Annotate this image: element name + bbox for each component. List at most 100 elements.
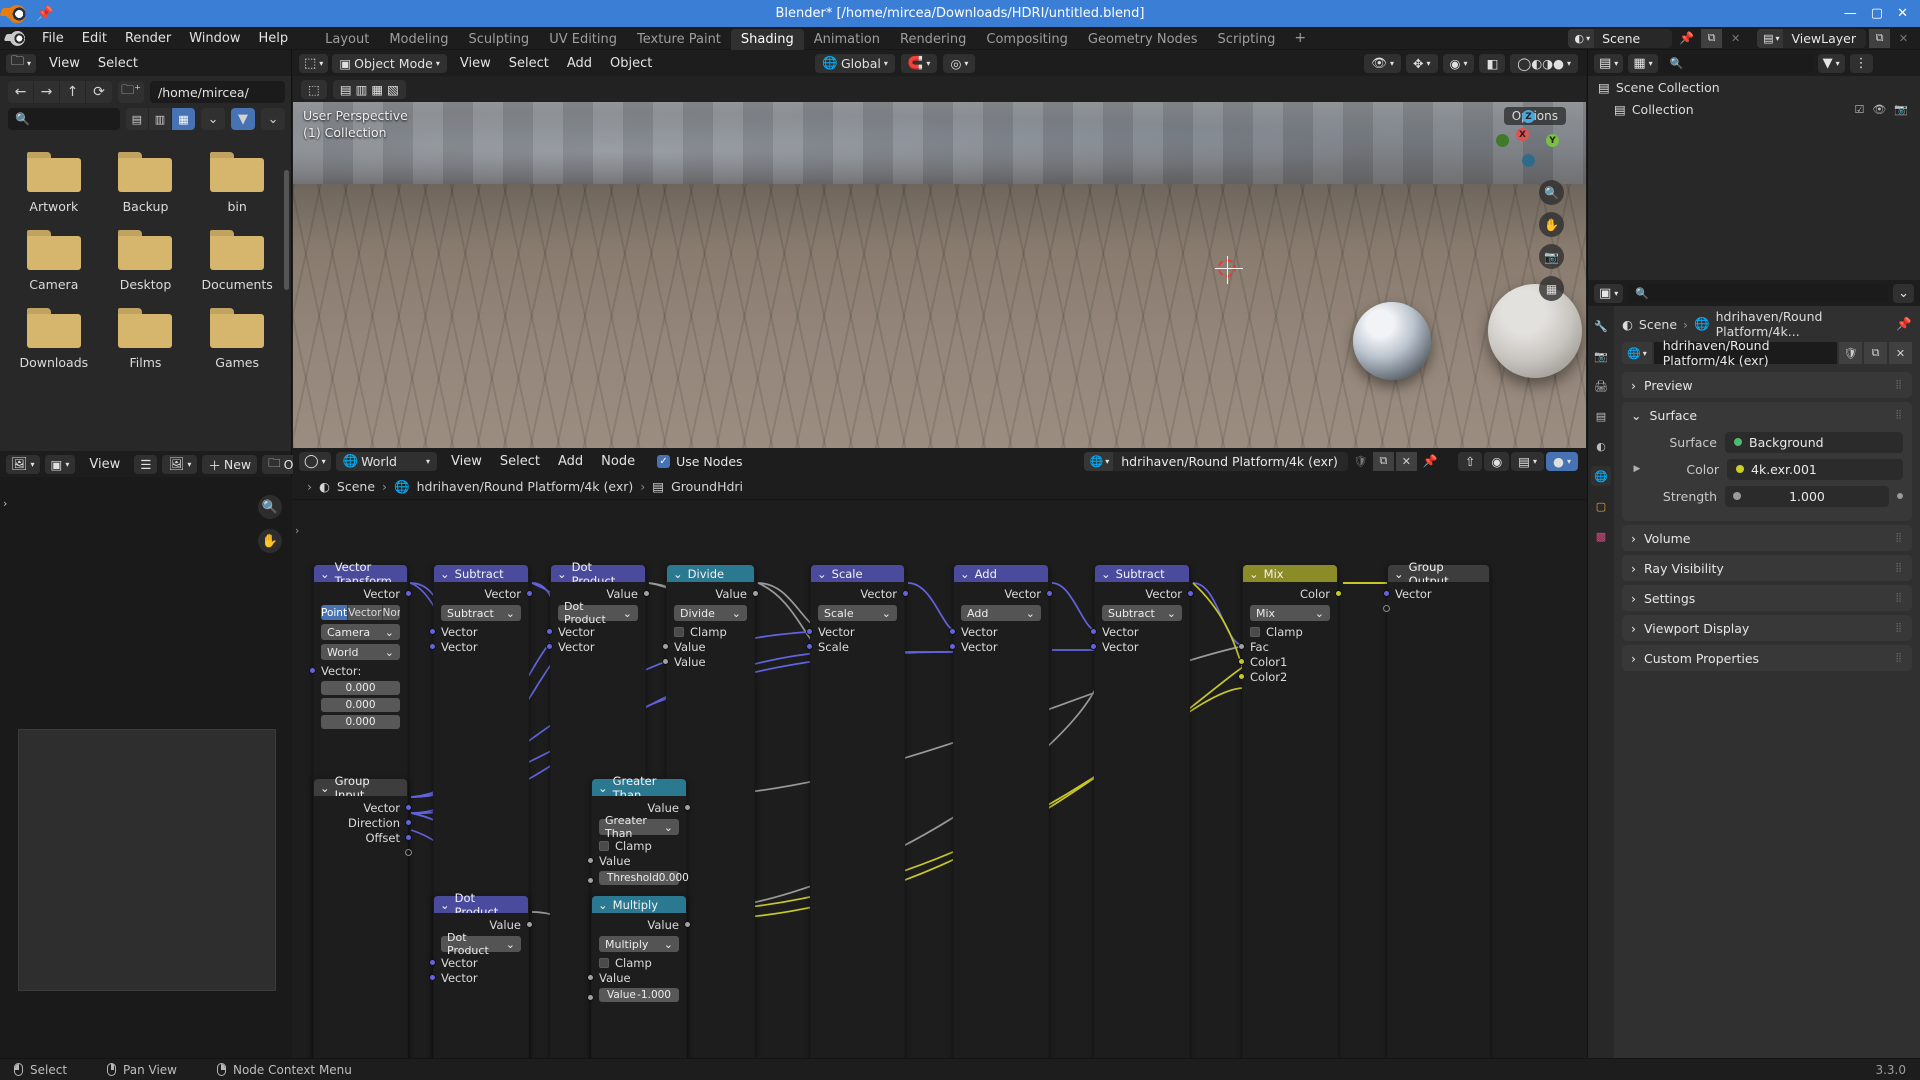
tool-select-box-icon[interactable]: ⬚ xyxy=(301,79,327,99)
panel-custom-properties-header[interactable]: › Custom Properties ⣿ xyxy=(1622,645,1912,671)
node-header-group_output[interactable]: ⌄ Group Output xyxy=(1388,560,1489,588)
socket-dot[interactable] xyxy=(902,590,909,597)
socket-dot[interactable] xyxy=(1238,643,1245,650)
collapse-icon[interactable]: ⌄ xyxy=(557,567,567,581)
pan-viewport-icon[interactable]: ✋ xyxy=(1539,212,1564,237)
node-value-field[interactable]: 0.000 xyxy=(321,681,400,695)
socket-dot[interactable] xyxy=(405,804,412,811)
socket-dot[interactable] xyxy=(1335,590,1342,597)
node-header-scale[interactable]: ⌄ Scale xyxy=(811,565,904,582)
collapse-icon[interactable]: ⌄ xyxy=(598,898,608,912)
outliner-toggle-2[interactable]: 📷 xyxy=(1894,103,1908,116)
gizmo-axis-z[interactable]: Z xyxy=(1522,110,1535,123)
unlink-world-button[interactable]: ✕ xyxy=(1889,342,1912,364)
socket-dot[interactable] xyxy=(1090,643,1097,650)
socket-dot[interactable] xyxy=(405,849,412,856)
scene-pin-icon[interactable]: 📌 xyxy=(1675,31,1698,45)
node-output-socket[interactable]: Vector xyxy=(1095,587,1194,601)
node-group_input[interactable]: ⌄ Group Input Vector Direction Offset xyxy=(313,774,412,1080)
new-folder-icon[interactable]: 🗀⁺ xyxy=(118,81,144,103)
breadcrumb-world[interactable]: hdrihaven/Round Platform/4k (exr) xyxy=(417,479,634,494)
image-zoom-icon[interactable]: 🔍 xyxy=(258,495,282,519)
node-input-socket[interactable]: Vector xyxy=(546,640,645,654)
node-input-socket[interactable]: Vector xyxy=(949,640,1048,654)
properties-breadcrumb-world[interactable]: hdrihaven/Round Platform/4k... xyxy=(1716,309,1891,339)
node-group_output[interactable]: ⌄ Group Output Vector xyxy=(1383,560,1490,1080)
gizmo-axis-neg-z[interactable] xyxy=(1522,154,1535,167)
node-output-socket[interactable]: Value xyxy=(667,587,759,601)
workspace-tab-modeling[interactable]: Modeling xyxy=(379,29,458,50)
forward-icon[interactable]: → xyxy=(34,81,60,103)
workspace-tab-compositing[interactable]: Compositing xyxy=(976,29,1078,50)
node-dropdown[interactable]: Mix ⌄ xyxy=(1250,605,1330,621)
socket-dot[interactable] xyxy=(643,590,650,597)
display-options-chevron-icon[interactable]: ⌄ xyxy=(201,108,226,130)
maximize-button[interactable]: ▢ xyxy=(1871,6,1883,21)
snap-toggle[interactable]: 🧲 ▾ xyxy=(900,53,938,73)
socket-dot[interactable] xyxy=(405,590,412,597)
socket-dot[interactable] xyxy=(752,590,759,597)
node-sidebar-expand-icon[interactable]: › xyxy=(295,524,299,537)
node-canvas[interactable]: › ⌄ Vector Transform Vector Point Vector… xyxy=(293,500,1586,1080)
fake-user-shield-icon[interactable]: 🛡 xyxy=(1839,342,1862,364)
scene-name[interactable]: Scene xyxy=(1594,31,1672,46)
image-editor-mode-selector[interactable]: ▣ ▾ xyxy=(44,454,76,474)
socket-dot[interactable] xyxy=(1383,605,1390,612)
display-mode-list-horizontal-icon[interactable]: ▥ xyxy=(148,108,172,130)
enum-option-vector[interactable]: Vector xyxy=(348,605,383,620)
node-output-socket[interactable]: Vector xyxy=(434,587,533,601)
file-item[interactable]: Camera xyxy=(8,230,100,292)
socket-dot[interactable] xyxy=(949,628,956,635)
node-output-socket[interactable]: Value xyxy=(434,918,533,932)
socket-dot[interactable] xyxy=(526,921,533,928)
collapse-icon[interactable]: ⌄ xyxy=(320,567,330,581)
enum-option-point[interactable]: Point xyxy=(321,605,349,620)
menu-help[interactable]: Help xyxy=(250,28,298,49)
node-input-socket[interactable]: Color1 xyxy=(1238,655,1337,669)
socket-dot[interactable] xyxy=(684,804,691,811)
node-shading-icon[interactable]: ● ▾ xyxy=(1546,451,1578,471)
node-input-socket[interactable]: Vector xyxy=(429,971,528,985)
workspace-tab-texture-paint[interactable]: Texture Paint xyxy=(627,29,731,50)
workspace-tab-scripting[interactable]: Scripting xyxy=(1208,29,1286,50)
tab-object[interactable]: ▢ xyxy=(1591,496,1611,516)
node-output-socket[interactable]: Direction xyxy=(314,816,412,830)
node-dot_product_2[interactable]: ⌄ Dot Product Value Dot Product ⌄ Vector Vecto… xyxy=(429,891,533,1080)
image-editor-type-selector[interactable]: 🖼 ▾ xyxy=(6,454,40,474)
node-dropdown[interactable]: Dot Product ⌄ xyxy=(558,600,638,626)
breadcrumb-collapse-icon[interactable]: › xyxy=(307,479,312,494)
duplicate-world-button[interactable]: ⧉ xyxy=(1864,342,1887,364)
node-input-socket[interactable]: Color2 xyxy=(1238,670,1337,684)
collapse-icon[interactable]: ⌄ xyxy=(598,781,608,795)
image-pan-icon[interactable]: ✋ xyxy=(258,529,282,553)
node-output-socket[interactable]: Offset xyxy=(314,831,412,845)
node-output-socket[interactable]: Vector xyxy=(954,587,1053,601)
node-mix[interactable]: ⌄ Mix Color Mix ⌄ Clamp Fac Color1 Color2 xyxy=(1238,564,1342,1080)
node-output-socket[interactable]: Value xyxy=(592,801,691,815)
workspace-tab-shading[interactable]: Shading xyxy=(730,28,804,50)
outliner-filter-icon[interactable]: ▼ ▾ xyxy=(1817,53,1845,73)
socket-dot[interactable] xyxy=(429,959,436,966)
pin-world-icon[interactable]: 📌 xyxy=(1419,454,1442,468)
scene-unlink-button[interactable]: ✕ xyxy=(1725,29,1746,48)
node-input-socket[interactable]: Value xyxy=(587,854,686,868)
collapse-icon[interactable]: ⌄ xyxy=(960,567,970,581)
clamp-checkbox[interactable] xyxy=(1250,627,1260,637)
properties-options-chevron-icon[interactable]: ⌄ xyxy=(1893,283,1914,303)
outliner-row[interactable]: ▤ Collection ☑ 👁 📷 xyxy=(1588,98,1920,120)
back-icon[interactable]: ← xyxy=(8,81,34,103)
surface-shader-field[interactable]: Background xyxy=(1725,431,1903,453)
file-item[interactable]: Games xyxy=(191,308,283,370)
transform-orientation-selector[interactable]: 🌐 Global ▾ xyxy=(815,53,895,73)
socket-dot[interactable] xyxy=(1238,658,1245,665)
new-image-button[interactable]: ＋ New xyxy=(202,454,258,474)
parent-dir-icon[interactable]: ↑ xyxy=(60,81,86,103)
file-item[interactable]: Backup xyxy=(100,152,192,214)
node-input-socket[interactable]: Value xyxy=(662,640,754,654)
node-header-dot_product_2[interactable]: ⌄ Dot Product xyxy=(434,891,528,919)
node-dropdown[interactable]: Subtract ⌄ xyxy=(441,605,521,621)
properties-editor-type-selector[interactable]: ▣ ▾ xyxy=(1594,283,1624,303)
surface-strength-field[interactable]: 1.000 xyxy=(1725,485,1889,507)
socket-dot[interactable] xyxy=(587,994,594,1001)
gizmo-toggle[interactable]: ✥ ▾ xyxy=(1406,53,1438,73)
